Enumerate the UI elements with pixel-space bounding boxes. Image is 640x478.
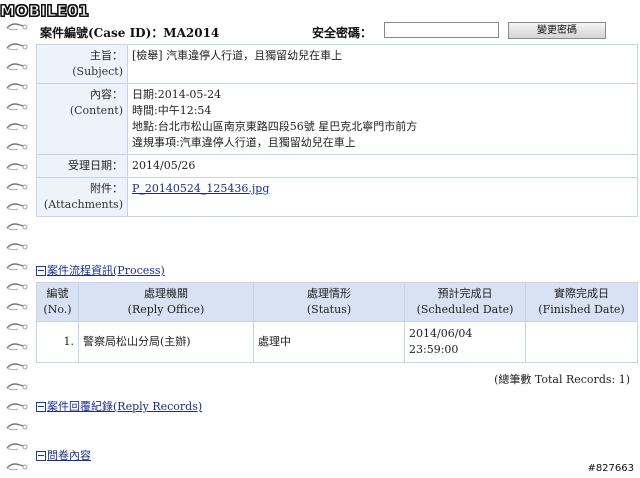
content-line-date: 日期:2014-05-24 xyxy=(132,88,222,101)
subject-value: [檢舉] 汽車違停人行道，且獨留幼兒在車上 xyxy=(127,44,638,84)
col-office-en: (Reply Office) xyxy=(127,303,205,316)
process-header-row: 編號 (No.) 處理機關 (Reply Office) 處理情形 (Status) … xyxy=(36,282,638,322)
col-office-zh: 處理機關 xyxy=(144,287,188,300)
reply-section-header[interactable]: 案件回覆紀錄(Reply Records) xyxy=(36,398,202,414)
col-scheduled: 預計完成日 (Scheduled Date) xyxy=(404,282,526,322)
table-row: 1. 警察局松山分局(主辦) 處理中 2014/06/04 23:59:00 xyxy=(36,321,638,363)
content-line-time: 時間:中午12:54 xyxy=(132,104,212,117)
attachment-link[interactable]: P_20140524_125436.jpg xyxy=(132,182,269,195)
row-no: 1. xyxy=(36,321,79,363)
row-status: 處理中 xyxy=(253,321,405,363)
mobile01-logo: MOBILE01 xyxy=(0,0,89,22)
collapse-icon[interactable] xyxy=(36,451,46,461)
attachments-label-en: (Attachments) xyxy=(43,198,123,211)
binder-ring-icon xyxy=(6,322,28,332)
case-id-value: MA2014 xyxy=(163,26,220,40)
binder-ring-icon xyxy=(6,262,28,272)
binder-ring-icon xyxy=(6,342,28,352)
password-label: 安全密碼： xyxy=(312,26,373,40)
col-no-zh: 編號 xyxy=(46,287,69,300)
col-status-en: (Status) xyxy=(306,303,352,316)
col-status: 處理情形 (Status) xyxy=(253,282,405,322)
collapse-icon[interactable] xyxy=(36,266,46,276)
content-line-location: 地點:台北市松山區南京東路四段56號 星巴克北寧門市前方 xyxy=(132,120,418,133)
row-scheduled-time: 23:59:00 xyxy=(409,343,459,356)
binder-ring-icon xyxy=(6,282,28,292)
binder-ring-icon xyxy=(6,242,28,252)
process-section-link[interactable]: 案件流程資訊(Process) xyxy=(47,262,165,278)
content-label: 內容： xyxy=(90,88,123,101)
subject-label-en: (Subject) xyxy=(72,65,123,78)
col-office: 處理機關 (Reply Office) xyxy=(78,282,254,322)
content-line-violation: 違規事項:汽車違停人行道，且獨留幼兒在車上 xyxy=(132,136,356,149)
col-finished-en: (Finished Date) xyxy=(538,303,625,316)
attachments-value: P_20140524_125436.jpg xyxy=(127,177,638,217)
row-finished xyxy=(525,321,638,363)
binder-ring-icon xyxy=(6,22,28,32)
case-id-label: 案件編號(Case ID)： xyxy=(40,26,164,40)
binder-ring-icon xyxy=(6,302,28,312)
binder-ring-icon xyxy=(6,422,28,432)
accept-date-value: 2014/05/26 xyxy=(127,154,638,178)
process-section-header[interactable]: 案件流程資訊(Process) xyxy=(36,262,165,278)
binder-ring-icon xyxy=(6,42,28,52)
row-scheduled-date: 2014/06/04 xyxy=(409,327,473,340)
col-status-zh: 處理情形 xyxy=(307,287,351,300)
binder-ring-icon xyxy=(6,82,28,92)
attachments-row: 附件： (Attachments) P_20140524_125436.jpg xyxy=(36,177,638,217)
accept-date-label: 受理日期： xyxy=(36,154,128,178)
binder-ring-icon xyxy=(6,102,28,112)
binder-ring-icon xyxy=(6,402,28,412)
row-office: 警察局松山分局(主辦) xyxy=(78,321,254,363)
survey-section-link[interactable]: 問卷內容 xyxy=(47,447,91,463)
col-finished: 實際完成日 (Finished Date) xyxy=(525,282,638,322)
binder-ring-icon xyxy=(6,162,28,172)
binder-ring-icon xyxy=(6,62,28,72)
collapse-icon[interactable] xyxy=(36,402,46,412)
process-table: 編號 (No.) 處理機關 (Reply Office) 處理情形 (Status) … xyxy=(36,282,638,363)
watermark: #827663 xyxy=(587,463,634,474)
col-no: 編號 (No.) xyxy=(36,282,79,322)
binder-ring-icon xyxy=(6,382,28,392)
accept-date-row: 受理日期： 2014/05/26 xyxy=(36,154,638,178)
binder-ring-icon xyxy=(6,122,28,132)
col-finished-zh: 實際完成日 xyxy=(554,287,609,300)
content-row: 內容： (Content) 日期:2014-05-24 時間:中午12:54 地… xyxy=(36,83,638,155)
content-label-cell: 內容： (Content) xyxy=(36,83,128,155)
subject-label: 主旨： xyxy=(90,49,123,62)
case-info-table: 主旨： (Subject) [檢舉] 汽車違停人行道，且獨留幼兒在車上 內容： … xyxy=(36,44,638,217)
subject-row: 主旨： (Subject) [檢舉] 汽車違停人行道，且獨留幼兒在車上 xyxy=(36,44,638,84)
content-value: 日期:2014-05-24 時間:中午12:54 地點:台北市松山區南京東路四段… xyxy=(127,83,638,155)
col-scheduled-en: (Scheduled Date) xyxy=(416,303,514,316)
binder-ring-icon xyxy=(6,202,28,212)
reply-section-link[interactable]: 案件回覆紀錄(Reply Records) xyxy=(47,398,202,414)
binder-ring-icon xyxy=(6,362,28,372)
col-no-en: (No.) xyxy=(43,303,72,316)
case-id: 案件編號(Case ID)：MA2014 xyxy=(40,24,219,41)
row-scheduled: 2014/06/04 23:59:00 xyxy=(404,321,526,363)
binder-ring-icon xyxy=(6,222,28,232)
notebook-rings xyxy=(0,0,30,478)
attachments-label: 附件： xyxy=(90,182,123,195)
change-password-button[interactable]: 變更密碼 xyxy=(508,22,606,39)
binder-ring-icon xyxy=(6,182,28,192)
attachments-label-cell: 附件： (Attachments) xyxy=(36,177,128,217)
subject-label-cell: 主旨： (Subject) xyxy=(36,44,128,84)
binder-ring-icon xyxy=(6,462,28,472)
survey-section-header[interactable]: 問卷內容 xyxy=(36,447,91,463)
binder-ring-icon xyxy=(6,442,28,452)
total-records: (總筆數 Total Records: 1) xyxy=(494,373,630,386)
binder-ring-icon xyxy=(6,142,28,152)
password-input[interactable] xyxy=(384,22,499,38)
logo-text: MOBILE01 xyxy=(0,2,90,21)
col-scheduled-zh: 預計完成日 xyxy=(437,287,493,300)
content-label-en: (Content) xyxy=(69,104,123,117)
